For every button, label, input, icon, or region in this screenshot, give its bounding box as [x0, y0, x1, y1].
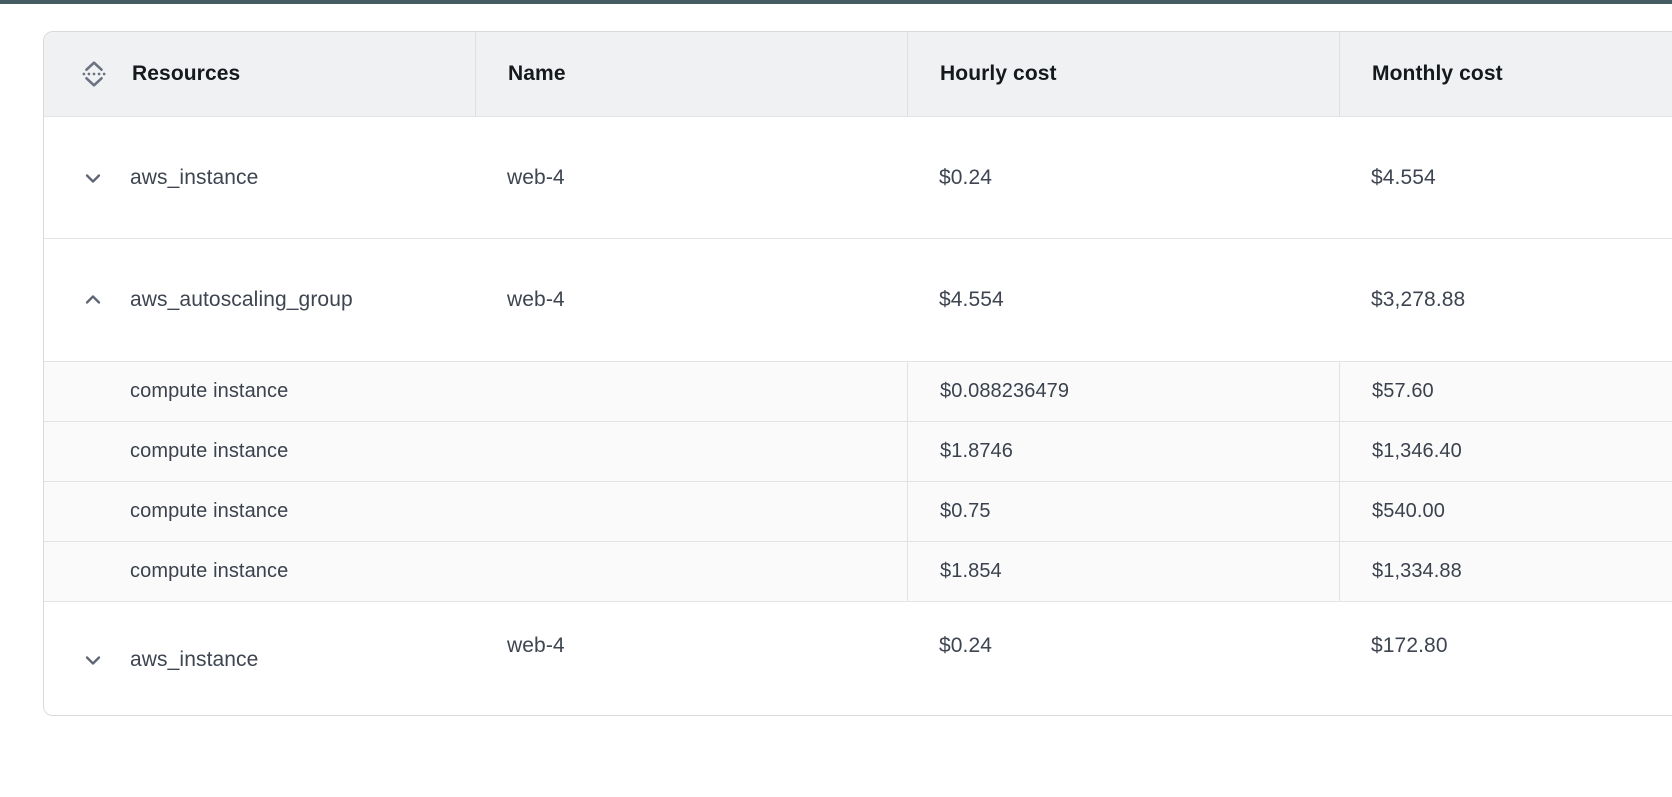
monthly-cost-cell: $3,278.88: [1339, 239, 1672, 361]
column-header-resources: Resources: [44, 32, 475, 116]
component-name-cell: compute instance: [44, 542, 907, 601]
hourly-cost-cell: $4.554: [907, 239, 1339, 361]
resource-name-cell: web-4: [475, 602, 907, 715]
hourly-cost-cell: $0.75: [907, 482, 1339, 541]
table-row[interactable]: aws_instance web-4 $0.24 $4.554: [44, 116, 1672, 238]
top-accent-bar: [0, 0, 1672, 4]
resource-cell: aws_instance: [44, 603, 475, 716]
component-name-cell: compute instance: [44, 362, 907, 421]
cost-component-row: compute instance $1.8746 $1,346.40: [44, 421, 1672, 481]
resource-name-cell: web-4: [475, 239, 907, 361]
table-row[interactable]: aws_autoscaling_group web-4 $4.554 $3,27…: [44, 238, 1672, 361]
monthly-cost-cell: $4.554: [1339, 117, 1672, 238]
component-name-cell: compute instance: [44, 482, 907, 541]
monthly-cost-cell: $172.80: [1339, 602, 1672, 715]
cost-component-row: compute instance $0.75 $540.00: [44, 481, 1672, 541]
cost-component-row: compute instance $0.088236479 $57.60: [44, 361, 1672, 421]
resource-type: aws_instance: [130, 166, 258, 190]
monthly-cost-cell: $540.00: [1339, 482, 1672, 541]
chevron-up-icon[interactable]: [81, 288, 105, 312]
column-header-label: Hourly cost: [940, 62, 1057, 86]
hourly-cost-cell: $0.24: [907, 117, 1339, 238]
table-row[interactable]: aws_instance web-4 $0.24 $172.80: [44, 601, 1672, 715]
resource-type: aws_instance: [130, 648, 258, 672]
hourly-cost-cell: $0.088236479: [907, 362, 1339, 421]
column-header-label: Monthly cost: [1372, 62, 1503, 86]
chevron-down-icon[interactable]: [81, 166, 105, 190]
monthly-cost-cell: $1,334.88: [1339, 542, 1672, 601]
chevron-down-icon[interactable]: [81, 648, 105, 672]
hourly-cost-cell: $1.854: [907, 542, 1339, 601]
component-name-cell: compute instance: [44, 422, 907, 481]
column-header-name: Name: [475, 32, 907, 116]
monthly-cost-cell: $57.60: [1339, 362, 1672, 421]
column-header-hourly-cost: Hourly cost: [907, 32, 1339, 116]
hourly-cost-cell: $0.24: [907, 602, 1339, 715]
resource-type: aws_autoscaling_group: [130, 288, 353, 312]
resource-cell: aws_instance: [44, 117, 475, 238]
hourly-cost-cell: $1.8746: [907, 422, 1339, 481]
cost-breakdown-table: Resources Name Hourly cost Monthly cost …: [43, 31, 1672, 716]
unfold-sort-icon[interactable]: [81, 60, 107, 88]
column-header-monthly-cost: Monthly cost: [1339, 32, 1672, 116]
resource-cell: aws_autoscaling_group: [44, 239, 475, 361]
column-header-label: Name: [508, 62, 566, 86]
resource-name-cell: web-4: [475, 117, 907, 238]
monthly-cost-cell: $1,346.40: [1339, 422, 1672, 481]
cost-component-row: compute instance $1.854 $1,334.88: [44, 541, 1672, 601]
column-header-label: Resources: [132, 62, 240, 86]
table-header-row: Resources Name Hourly cost Monthly cost: [44, 32, 1672, 116]
